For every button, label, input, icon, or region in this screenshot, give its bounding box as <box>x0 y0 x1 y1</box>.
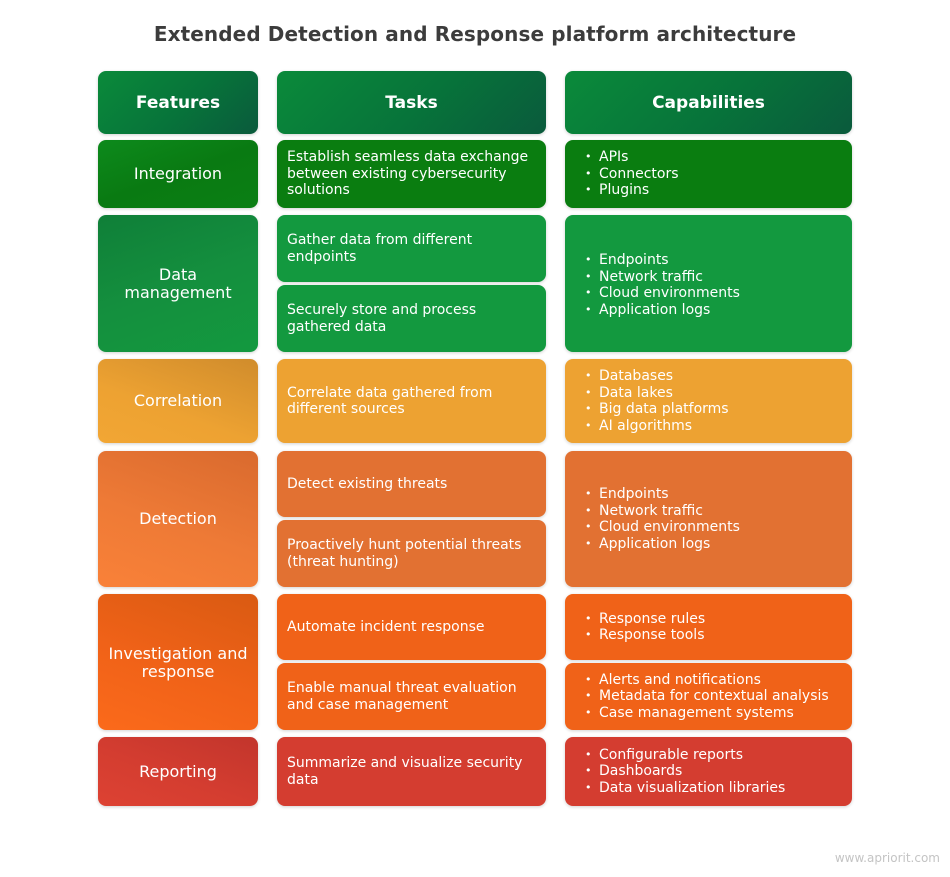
capability-list: Databases Data lakes Big data platforms … <box>585 368 729 434</box>
feature-integration: Integration <box>98 140 258 208</box>
capability-item: Data lakes <box>585 385 729 402</box>
task-box: Detect existing threats <box>277 451 546 517</box>
task-box: Summarize and visualize security data <box>277 737 546 806</box>
task-box: Enable manual threat evaluation and case… <box>277 663 546 730</box>
feature-investigation-and-response: Investigation and response <box>98 594 258 730</box>
task-box: Securely store and process gathered data <box>277 285 546 352</box>
capability-list: Configurable reports Dashboards Data vis… <box>585 747 785 797</box>
capability-item: Data visualization libraries <box>585 780 785 797</box>
capability-item: Metadata for contextual analysis <box>585 688 829 705</box>
capability-item: Plugins <box>585 182 679 199</box>
capability-item: Databases <box>585 368 729 385</box>
feature-data-management: Data management <box>98 215 258 352</box>
capability-item: Connectors <box>585 166 679 183</box>
diagram-title: Extended Detection and Response platform… <box>153 22 797 46</box>
capability-list: APIs Connectors Plugins <box>585 149 679 199</box>
capability-item: Alerts and notifications <box>585 672 829 689</box>
task-box: Establish seamless data exchange between… <box>277 140 546 208</box>
capabilities-box: Alerts and notifications Metadata for co… <box>565 663 852 730</box>
header-features: Features <box>98 71 258 134</box>
capability-item: AI algorithms <box>585 418 729 435</box>
task-box: Proactively hunt potential threats (thre… <box>277 520 546 587</box>
feature-correlation: Correlation <box>98 359 258 443</box>
capability-item: Network traffic <box>585 503 740 520</box>
capability-item: APIs <box>585 149 679 166</box>
capability-item: Cloud environments <box>585 519 740 536</box>
capability-item: Network traffic <box>585 269 740 286</box>
task-box: Gather data from different endpoints <box>277 215 546 282</box>
task-box: Correlate data gathered from different s… <box>277 359 546 443</box>
capability-item: Case management systems <box>585 705 829 722</box>
capability-list: Endpoints Network traffic Cloud environm… <box>585 486 740 552</box>
header-capabilities: Capabilities <box>565 71 852 134</box>
capabilities-box: Response rules Response tools <box>565 594 852 660</box>
header-tasks: Tasks <box>277 71 546 134</box>
capabilities-box: Databases Data lakes Big data platforms … <box>565 359 852 443</box>
capabilities-box: Configurable reports Dashboards Data vis… <box>565 737 852 806</box>
capability-item: Application logs <box>585 536 740 553</box>
capability-list: Response rules Response tools <box>585 611 705 644</box>
capability-item: Configurable reports <box>585 747 785 764</box>
source-watermark: www.apriorit.com <box>834 851 940 865</box>
capabilities-box: Endpoints Network traffic Cloud environm… <box>565 451 852 587</box>
capability-list: Endpoints Network traffic Cloud environm… <box>585 252 740 318</box>
capability-item: Big data platforms <box>585 401 729 418</box>
capability-item: Endpoints <box>585 486 740 503</box>
capability-item: Response rules <box>585 611 705 628</box>
feature-detection: Detection <box>98 451 258 587</box>
capabilities-box: Endpoints Network traffic Cloud environm… <box>565 215 852 352</box>
capabilities-box: APIs Connectors Plugins <box>565 140 852 208</box>
capability-item: Cloud environments <box>585 285 740 302</box>
capability-item: Response tools <box>585 627 705 644</box>
task-box: Automate incident response <box>277 594 546 660</box>
feature-reporting: Reporting <box>98 737 258 806</box>
capability-item: Dashboards <box>585 763 785 780</box>
capability-item: Endpoints <box>585 252 740 269</box>
capability-item: Application logs <box>585 302 740 319</box>
capability-list: Alerts and notifications Metadata for co… <box>585 672 829 722</box>
